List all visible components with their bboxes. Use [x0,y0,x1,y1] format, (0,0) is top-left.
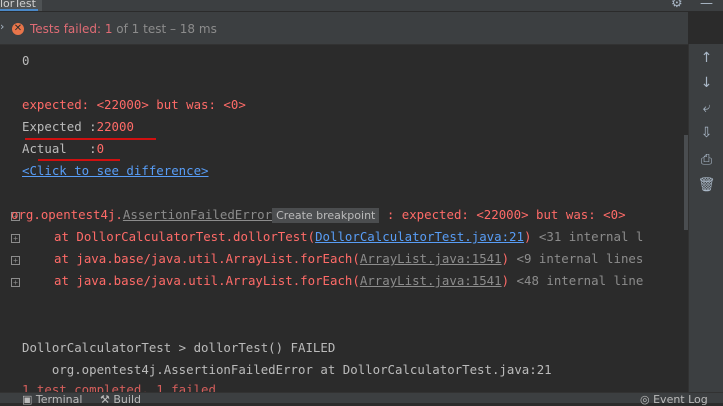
stack-frame: at java.base/java.util.ArrayList.forEach… [54,273,644,288]
top-tab-bar: lorTest ⚙ — [0,0,723,11]
test-status-bar: › ✕ Tests failed: 1 of 1 test – 18 ms [0,12,688,45]
soft-wrap-icon[interactable]: ⤶ [689,100,723,116]
build-icon: ⚒ [100,393,110,406]
expected-label: Expected : [22,119,97,134]
expand-icon[interactable]: + [11,278,20,287]
exception-class-link[interactable]: AssertionFailedError [123,207,272,222]
actual-label: Actual : [22,141,97,156]
actual-value: 0 [96,141,105,156]
exception-message: : expected: <22000> but was: <0> [379,207,633,222]
create-breakpoint-tooltip: Create breakpoint [272,208,380,223]
scroll-to-end-icon[interactable]: ⇩ [689,125,723,141]
event-log-icon: ◎ [640,393,650,406]
minimize-icon[interactable]: — [700,0,713,11]
bottom-tool-bar: ▣ Terminal ⚒ Build ◎ Event Log [0,392,723,406]
tab-active-indicator [0,9,38,11]
event-log-tab[interactable]: ◎ Event Log [640,393,708,406]
summary-line: DollorCalculatorTest > dollorTest() FAIL… [22,340,336,355]
stack-frame: at DollorCalculatorTest.dollorTest(Dollo… [54,229,644,244]
exception-line: org.opentest4j.AssertionFailedError Creat… [11,207,633,223]
internal-lines-note[interactable]: <31 internal l [531,229,643,244]
red-underline-annotation [38,159,120,161]
console-line: 0 [22,53,30,68]
click-to-see-difference-link[interactable]: <Click to see difference> [22,163,209,179]
exception-prefix: org.opentest4j. [11,207,123,222]
expected-message: expected: <22000> but was: <0> [22,97,246,112]
arrow-down-icon[interactable]: ↓ [689,75,723,91]
arrow-up-icon[interactable]: ↑ [689,50,723,66]
status-failed-label: Tests failed: [30,22,101,36]
right-toolbar: ↑ ↓ ⤶ ⇩ ⎙ 🗑 [688,44,723,402]
test-status-text: Tests failed: 1 of 1 test – 18 ms [30,22,217,36]
test-failed-icon: ✕ [12,23,24,35]
red-underline-annotation [25,138,156,140]
summary-detail-line: org.opentest4j.AssertionFailedError at D… [22,362,552,377]
status-rest-text: of 1 test – 18 ms [116,22,217,36]
stack-frame: at java.base/java.util.ArrayList.forEach… [54,251,644,266]
stack-frame-link[interactable]: DollorCalculatorTest.java:21 [315,229,524,244]
actual-line: Actual :0 [22,141,104,157]
expected-line: Expected :22000 [22,119,134,135]
build-tab[interactable]: ⚒ Build [100,393,141,406]
internal-lines-note[interactable]: <48 internal line [509,273,644,288]
internal-lines-note[interactable]: <9 internal lines [509,251,644,266]
expand-icon[interactable]: + [11,256,20,265]
stack-frame-link[interactable]: ArrayList.java:1541 [360,273,502,288]
expected-value: 22000 [96,119,134,134]
status-failed-count: 1 [104,22,113,36]
stack-frame-link[interactable]: ArrayList.java:1541 [360,251,502,266]
console-output[interactable]: 0 expected: <22000> but was: <0> Expecte… [8,45,688,402]
settings-gear-icon[interactable]: ⚙ [671,0,683,11]
collapse-chevron-icon[interactable]: › [0,20,4,33]
trash-icon[interactable]: 🗑 [689,177,723,193]
terminal-tab[interactable]: ▣ Terminal [22,393,82,406]
print-icon[interactable]: ⎙ [689,152,723,168]
terminal-icon: ▣ [22,393,33,406]
expand-icon[interactable]: + [11,234,20,243]
